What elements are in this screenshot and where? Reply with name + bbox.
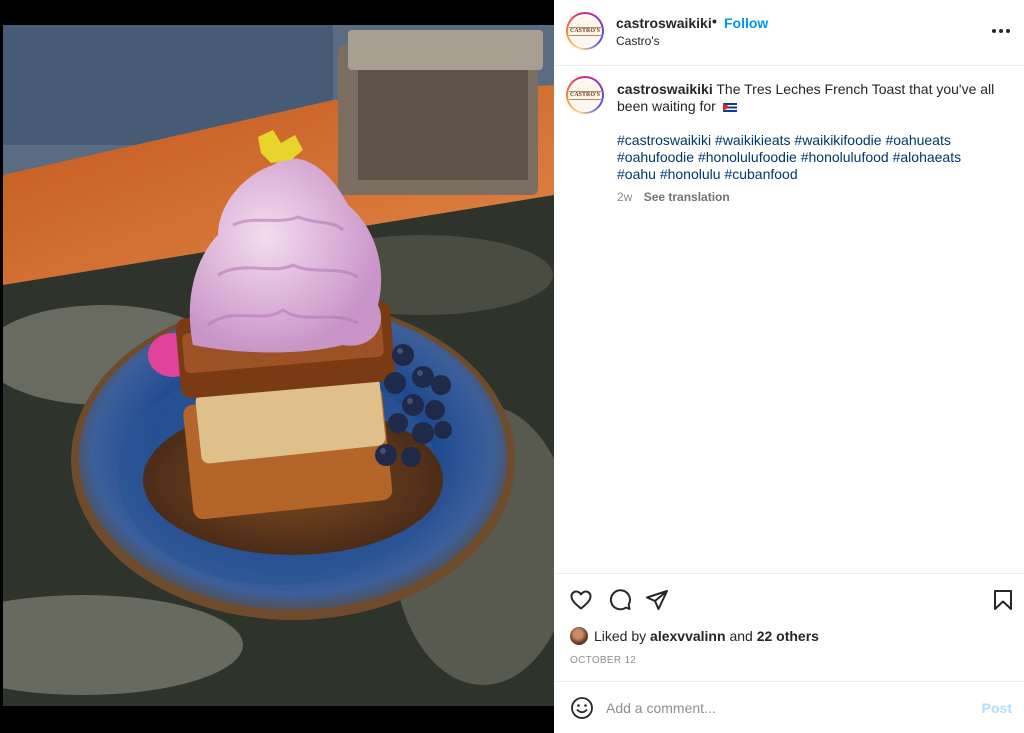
more-options-icon[interactable] bbox=[992, 22, 1010, 40]
hashtag-link[interactable]: #oahueats bbox=[885, 132, 950, 148]
food-photo-illustration bbox=[3, 25, 554, 706]
comment-bar: Post bbox=[554, 681, 1024, 733]
liked-by-prefix: Liked by bbox=[594, 628, 647, 644]
liked-and: and bbox=[729, 628, 753, 644]
post-comment-button[interactable]: Post bbox=[982, 700, 1012, 716]
share-icon[interactable] bbox=[645, 588, 669, 612]
others-link[interactable]: 22 others bbox=[757, 628, 819, 644]
location-link[interactable]: Castro's bbox=[616, 34, 660, 48]
cuba-flag-icon bbox=[722, 103, 737, 112]
avatar-ring: CASTRO'S bbox=[568, 14, 602, 48]
post-details-panel: CASTRO'S castroswaikiki • Follow Castro'… bbox=[554, 0, 1024, 733]
liker-avatar[interactable] bbox=[570, 627, 588, 645]
hashtag-link[interactable]: #oahufoodie bbox=[617, 149, 694, 165]
bookmark-icon[interactable] bbox=[991, 588, 1015, 612]
caption-avatar[interactable]: CASTRO'S bbox=[566, 76, 604, 114]
post-media bbox=[0, 0, 554, 733]
comment-icon[interactable] bbox=[608, 588, 632, 612]
comment-input[interactable] bbox=[606, 695, 966, 721]
logo-text: CASTRO'S bbox=[569, 90, 602, 100]
liker-username[interactable]: alexvvalinn bbox=[650, 628, 726, 644]
hashtag-link[interactable]: #honolulufoodie bbox=[698, 149, 797, 165]
hashtag-link[interactable]: #alohaeats bbox=[893, 149, 962, 165]
caption-meta: 2w See translation bbox=[617, 190, 730, 204]
hashtag-list: #castroswaikiki #waikikieats #waikikifoo… bbox=[617, 132, 997, 183]
post-photo-french-toast[interactable] bbox=[3, 25, 554, 706]
hashtag-link[interactable]: #honolulu bbox=[660, 166, 721, 182]
post-date: OCTOBER 12 bbox=[570, 655, 637, 666]
heart-icon[interactable] bbox=[569, 588, 593, 612]
timestamp[interactable]: 2w bbox=[617, 190, 632, 204]
post-actions: Liked by alexvvalinn and 22 others OCTOB… bbox=[554, 573, 1024, 681]
castros-logo: CASTRO'S bbox=[569, 80, 602, 110]
caption-username[interactable]: castroswaikiki bbox=[617, 81, 713, 97]
avatar-ring: CASTRO'S bbox=[568, 78, 602, 112]
post-header: CASTRO'S castroswaikiki • Follow Castro'… bbox=[554, 0, 1024, 66]
hashtag-link[interactable]: #waikikifoodie bbox=[794, 132, 881, 148]
profile-avatar[interactable]: CASTRO'S bbox=[566, 12, 604, 50]
emoji-icon[interactable] bbox=[570, 696, 594, 720]
separator-dot: • bbox=[712, 13, 717, 29]
hashtag-link[interactable]: #cubanfood bbox=[724, 166, 797, 182]
username-link[interactable]: castroswaikiki bbox=[616, 15, 712, 31]
hashtag-link[interactable]: #waikikieats bbox=[715, 132, 790, 148]
hashtag-link[interactable]: #castroswaikiki bbox=[617, 132, 711, 148]
post-caption: CASTRO'S castroswaikiki The Tres Leches … bbox=[554, 66, 1024, 573]
see-translation-button[interactable]: See translation bbox=[644, 190, 730, 204]
likes-summary: Liked by alexvvalinn and 22 others bbox=[570, 627, 819, 645]
caption-text: castroswaikiki The Tres Leches French To… bbox=[617, 81, 997, 115]
logo-text: CASTRO'S bbox=[569, 26, 602, 36]
hashtag-link[interactable]: #oahu bbox=[617, 166, 656, 182]
hashtag-link[interactable]: #honolulufood bbox=[801, 149, 889, 165]
castros-logo: CASTRO'S bbox=[569, 16, 602, 46]
follow-button[interactable]: Follow bbox=[724, 15, 768, 31]
